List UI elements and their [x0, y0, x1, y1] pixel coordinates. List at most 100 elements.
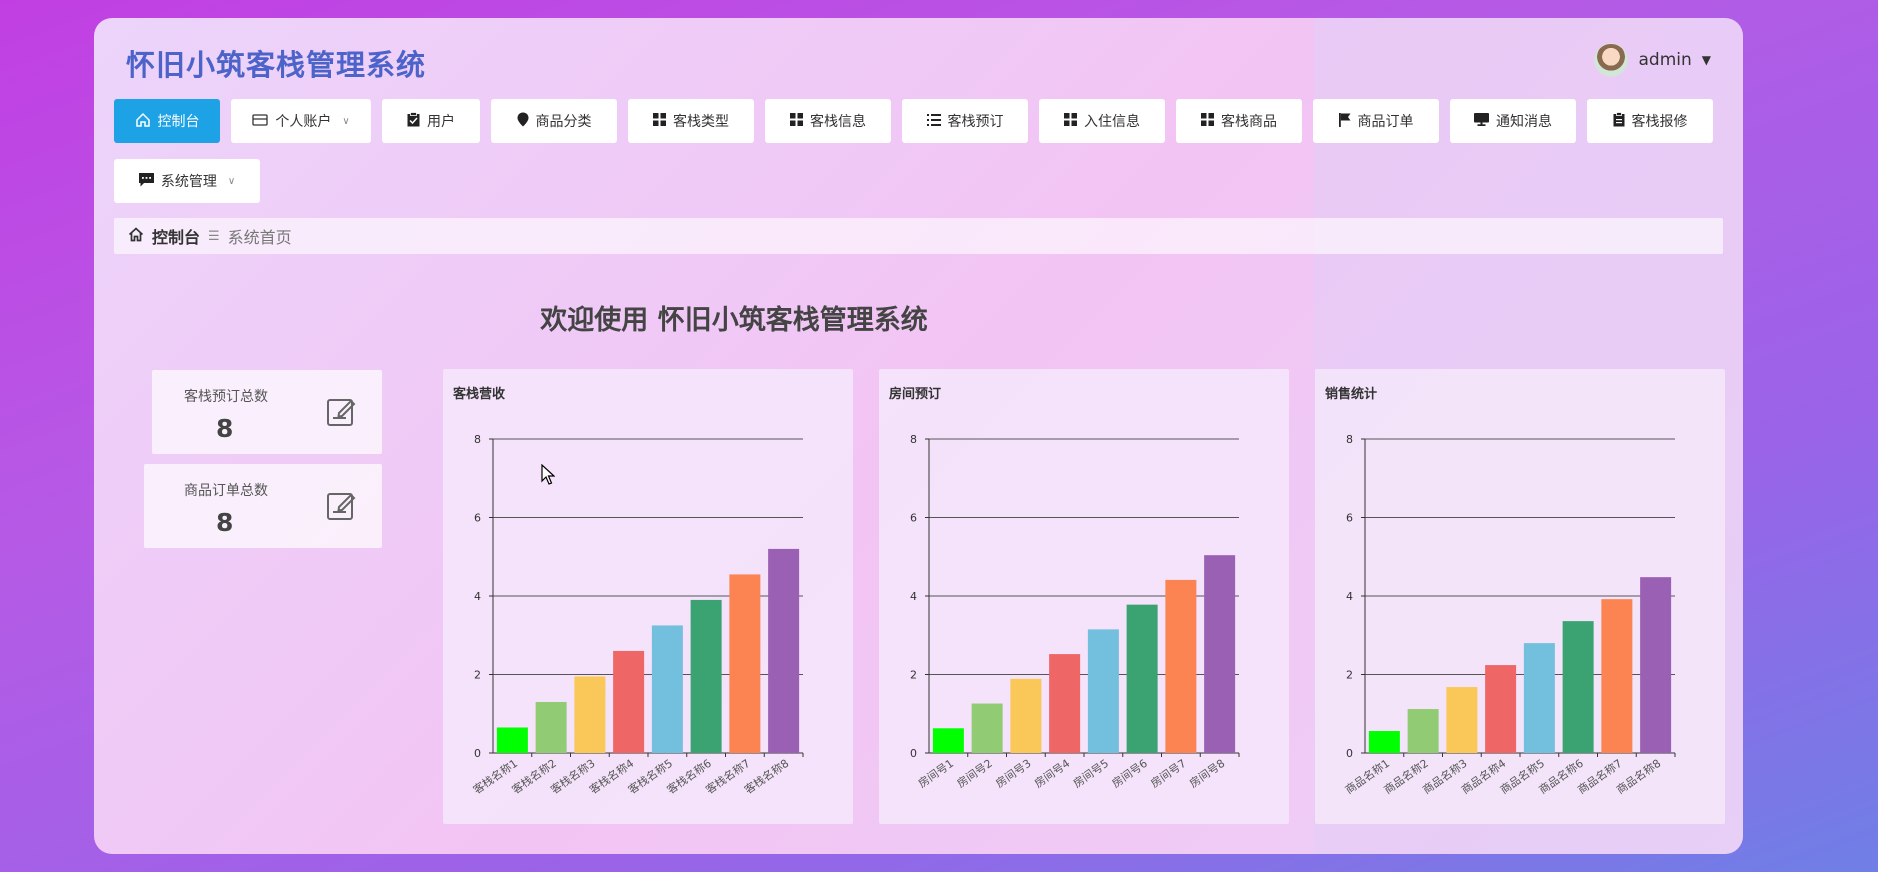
y-tick-label: 6 — [910, 512, 917, 525]
x-tick-label: 房间号4 — [1032, 757, 1072, 791]
y-tick-label: 2 — [1346, 669, 1353, 682]
y-tick-label: 4 — [474, 590, 481, 603]
bar[interactable] — [1523, 643, 1555, 753]
y-tick-label: 8 — [474, 433, 481, 446]
app-title: 怀旧小筑客栈管理系统 — [126, 48, 427, 82]
nav-inn-products[interactable]: 客栈商品 — [1176, 99, 1302, 143]
breadcrumb: 控制台 ☰ 系统首页 — [114, 218, 1723, 254]
grid-icon — [790, 113, 803, 129]
stat-value: 8 — [216, 414, 234, 443]
clipboard-check-icon — [407, 112, 420, 130]
nav-inn-info[interactable]: 客栈信息 — [765, 99, 891, 143]
bar[interactable] — [768, 548, 800, 753]
x-tick-label: 房间号6 — [1110, 757, 1150, 791]
y-tick-label: 0 — [910, 747, 917, 760]
nav-dashboard[interactable]: 控制台 — [114, 99, 220, 143]
wallet-icon — [252, 113, 268, 130]
nav-inn-repair[interactable]: 客栈报修 — [1587, 99, 1713, 143]
chart-card-room-booking: 房间预订 0 2 4 6 8 房间号1 房间号2 房间号3 房间号4 房间号5 房间号6 房间号7 房间… — [879, 369, 1289, 824]
x-tick-label: 房间号7 — [1148, 757, 1188, 791]
bar[interactable] — [535, 701, 567, 753]
clipboard-icon — [1613, 112, 1625, 130]
list-icon — [926, 113, 941, 129]
main-panel: 怀旧小筑客栈管理系统 admin ▼ 控制台 个人账户 ∨ 用户 商品分类 客栈… — [94, 18, 1743, 854]
nav-account[interactable]: 个人账户 ∨ — [231, 99, 371, 143]
chevron-down-icon: ∨ — [227, 175, 236, 187]
bar[interactable] — [1126, 604, 1158, 753]
breadcrumb-current: 系统首页 — [227, 228, 292, 247]
welcome-heading: 欢迎使用 怀旧小筑客栈管理系统 — [540, 305, 928, 336]
nav-inn-booking[interactable]: 客栈预订 — [902, 99, 1028, 143]
bar[interactable] — [932, 728, 964, 753]
stat-label: 商品订单总数 — [184, 483, 268, 499]
nav-product-category[interactable]: 商品分类 — [491, 99, 617, 143]
nav-product-orders[interactable]: 商品订单 — [1313, 99, 1439, 143]
nav-checkin-info[interactable]: 入住信息 — [1039, 99, 1165, 143]
bar[interactable] — [651, 625, 683, 753]
grid-icon — [1064, 113, 1077, 129]
bar[interactable] — [1562, 621, 1594, 753]
home-icon — [135, 112, 151, 131]
x-tick-label: 房间号3 — [993, 757, 1033, 791]
chevron-down-icon: ∨ — [342, 115, 350, 127]
bar[interactable] — [574, 676, 606, 753]
y-tick-label: 0 — [474, 747, 481, 760]
stat-card-product-orders: 商品订单总数 8 — [144, 464, 382, 548]
edit-note-icon — [326, 490, 358, 522]
bar[interactable] — [729, 574, 761, 753]
monitor-icon — [1474, 113, 1489, 129]
bar[interactable] — [690, 599, 722, 753]
y-tick-label: 6 — [474, 512, 481, 525]
y-tick-label: 6 — [1346, 512, 1353, 525]
x-tick-label: 客栈名称8 — [742, 756, 792, 797]
mouse-cursor-icon — [541, 464, 555, 485]
bar[interactable] — [1601, 599, 1633, 753]
bar[interactable] — [1407, 709, 1439, 753]
bar[interactable] — [1204, 555, 1236, 753]
bar[interactable] — [1485, 665, 1517, 753]
nav-bar: 控制台 个人账户 ∨ 用户 商品分类 客栈类型 客栈信息 客栈预订 入住信息 客… — [114, 99, 1724, 143]
chat-icon — [138, 172, 154, 190]
bar[interactable] — [1446, 687, 1478, 753]
chart-card-sales-stats: 销售统计 0 2 4 6 8 商品名称1 商品名称2 商品名称3 商品名称4 商品名称5 商品名称6… — [1315, 369, 1725, 824]
y-tick-label: 2 — [474, 669, 481, 682]
y-tick-label: 2 — [910, 669, 917, 682]
nav-users[interactable]: 用户 — [382, 99, 480, 143]
nav-system-management[interactable]: 系统管理 ∨ — [114, 159, 260, 203]
nav-inn-type[interactable]: 客栈类型 — [628, 99, 754, 143]
home-icon[interactable] — [128, 226, 144, 246]
x-tick-label: 房间号2 — [955, 757, 995, 791]
bar[interactable] — [1049, 654, 1081, 753]
bar[interactable] — [1165, 579, 1197, 753]
grid-icon — [653, 113, 666, 129]
bar-chart-sales-stats: 02468商品名称1商品名称2商品名称3商品名称4商品名称5商品名称6商品名称7… — [1342, 433, 1676, 797]
y-tick-label: 8 — [1346, 433, 1353, 446]
y-tick-label: 4 — [910, 590, 917, 603]
avatar[interactable] — [1594, 43, 1629, 77]
bar[interactable] — [1640, 577, 1672, 753]
nav-notifications[interactable]: 通知消息 — [1450, 99, 1576, 143]
x-tick-label: 商品名称8 — [1614, 756, 1664, 797]
x-tick-label: 房间号5 — [1071, 757, 1111, 791]
bar-chart-room-booking: 0 2 4 6 8 房间号1房间号2房间号3房间号4房间号5房间号6房间号7房间号8 — [910, 433, 1240, 791]
bar[interactable] — [971, 703, 1003, 753]
y-tick-label: 8 — [910, 433, 917, 446]
user-menu[interactable]: admin ▼ — [1594, 42, 1711, 78]
x-tick-label: 房间号1 — [916, 757, 956, 791]
x-tick-label: 房间号8 — [1187, 757, 1227, 791]
bar[interactable] — [1368, 731, 1400, 753]
bar-chart-inn-revenue: 02468客栈名称1客栈名称2客栈名称3客栈名称4客栈名称5客栈名称6客栈名称7… — [470, 433, 804, 797]
bar[interactable] — [1010, 678, 1042, 753]
bar[interactable] — [496, 727, 528, 753]
grid-icon — [1201, 113, 1214, 129]
bar[interactable] — [613, 650, 645, 753]
nav-bar-row-2: 系统管理 ∨ — [114, 159, 1724, 203]
stat-label: 客栈预订总数 — [184, 389, 268, 405]
caret-down-icon[interactable]: ▼ — [1702, 53, 1711, 67]
breadcrumb-home[interactable]: 控制台 — [152, 224, 200, 248]
chart-card-inn-revenue: 客栈营收 0 2 4 6 8 客栈名称1 客栈名称2 客栈名称3 客栈名称4 客栈名称5 客栈名称6… — [443, 369, 853, 824]
breadcrumb-separator-icon: ☰ — [208, 228, 220, 244]
bar[interactable] — [1087, 629, 1119, 753]
flag-icon — [1338, 112, 1351, 130]
username[interactable]: admin — [1638, 50, 1691, 70]
